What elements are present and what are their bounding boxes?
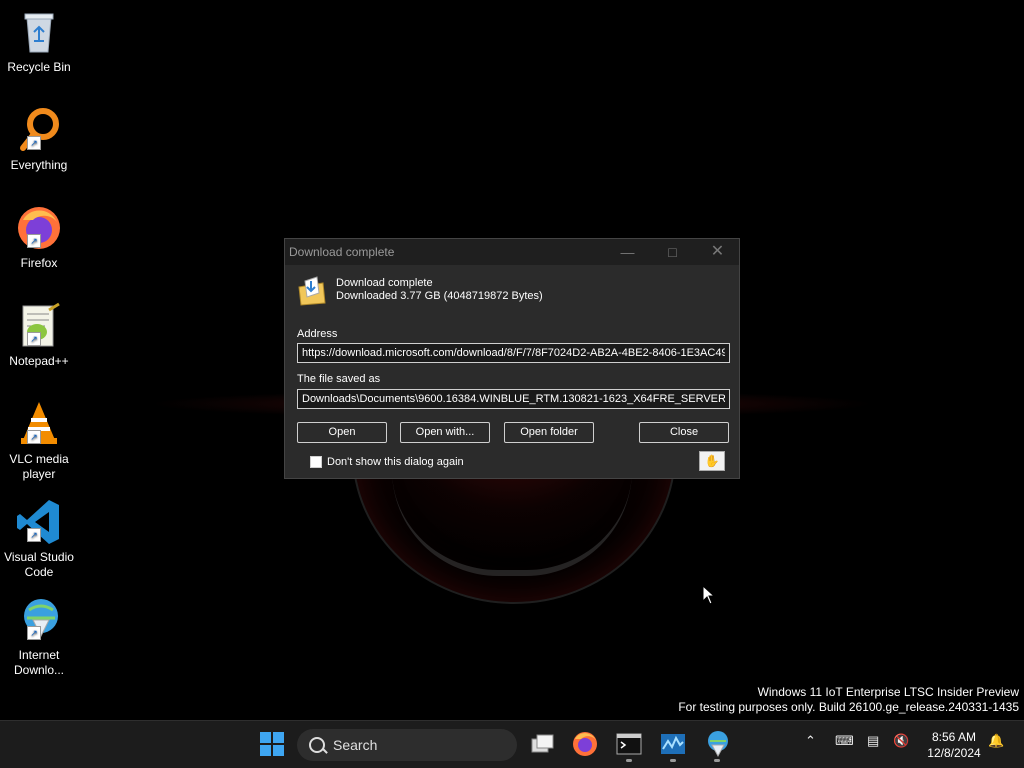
shortcut-arrow-icon: ↗ [27, 332, 41, 346]
taskbar: Search ⌃ ⌨ ▤ 🔇 8:56 AM 12/8/2024 🔔 [0, 720, 1024, 768]
desktop-icon-label: VLC media player [9, 452, 69, 481]
volume-muted-icon[interactable]: 🔇 [893, 733, 909, 749]
desktop-icon-label: Internet Downlo... [13, 648, 65, 677]
close-icon[interactable]: ✕ [695, 239, 740, 265]
terminal-icon[interactable] [614, 729, 644, 759]
address-label: Address [297, 328, 338, 340]
desktop-icon-label: Notepad++ [9, 354, 69, 368]
windows-start-icon[interactable] [257, 729, 287, 759]
desktop-icon-firefox[interactable]: ↗ Firefox [2, 204, 76, 271]
desktop-icon-label: Firefox [20, 256, 58, 270]
dialog-title: Download complete [289, 245, 395, 259]
maximize-icon[interactable]: □ [650, 239, 695, 265]
dont-show-checkbox[interactable] [310, 456, 322, 468]
build-watermark: Windows 11 IoT Enterprise LTSC Insider P… [678, 685, 1019, 715]
message-detail: Downloaded 3.77 GB (4048719872 Bytes) [336, 290, 543, 302]
desktop-icon-everything[interactable]: ↗ Everything [2, 106, 76, 173]
desktop-icon-idm[interactable]: ↗ Internet Downlo... [2, 596, 76, 678]
vlc-icon: ↗ [15, 400, 63, 448]
desktop-icon-recycle-bin[interactable]: Recycle Bin [2, 8, 76, 75]
close-button[interactable]: Close [639, 422, 729, 443]
search-icon [309, 737, 325, 753]
desktop-icon-label: Visual Studio Code [4, 550, 74, 579]
running-indicator [714, 759, 720, 762]
network-icon[interactable]: ▤ [867, 733, 879, 749]
idm-icon: ↗ [15, 596, 63, 644]
chevron-up-icon[interactable]: ⌃ [805, 733, 816, 749]
clock-date: 12/8/2024 [927, 746, 981, 760]
clock-time: 8:56 AM [931, 730, 977, 744]
dialog-titlebar[interactable]: Download complete — □ ✕ [285, 239, 739, 265]
address-field[interactable] [297, 343, 730, 363]
task-manager-icon[interactable] [658, 729, 688, 759]
shortcut-arrow-icon: ↗ [27, 528, 41, 542]
download-complete-dialog: Download complete — □ ✕ Download complet… [284, 238, 740, 479]
running-indicator [670, 759, 676, 762]
watermark-line-1: Windows 11 IoT Enterprise LTSC Insider P… [757, 685, 1019, 699]
desktop-icon-notepadpp[interactable]: ↗ Notepad++ [2, 302, 76, 369]
everything-search-icon: ↗ [15, 106, 63, 154]
dont-show-label[interactable]: Don't show this dialog again [327, 456, 464, 468]
desktop-icon-vscode[interactable]: ↗ Visual Studio Code [2, 498, 76, 580]
search-label: Search [333, 737, 378, 753]
desktop-icon-label: Recycle Bin [7, 60, 71, 74]
notification-bell-icon[interactable]: 🔔 [988, 733, 1004, 749]
shortcut-arrow-icon: ↗ [27, 626, 41, 640]
message-title: Download complete [336, 277, 433, 289]
desktop-icon-vlc[interactable]: ↗ VLC media player [2, 400, 76, 482]
mouse-cursor-icon [702, 584, 716, 610]
open-folder-button[interactable]: Open folder [504, 422, 594, 443]
hand-pointer-icon[interactable]: ✋ [699, 451, 725, 471]
open-button[interactable]: Open [297, 422, 387, 443]
desktop-icon-label: Everything [10, 158, 68, 172]
task-view-icon[interactable] [527, 729, 557, 759]
download-folder-icon [297, 275, 327, 307]
keyboard-icon[interactable]: ⌨ [835, 733, 854, 749]
watermark-line-2: For testing purposes only. Build 26100.g… [678, 700, 1019, 714]
firefox-taskbar-icon[interactable] [570, 729, 600, 759]
open-with-button[interactable]: Open with... [400, 422, 490, 443]
firefox-icon: ↗ [15, 204, 63, 252]
vscode-icon: ↗ [15, 498, 63, 546]
running-indicator [626, 759, 632, 762]
saved-as-label: The file saved as [297, 373, 381, 385]
saved-path-field[interactable] [297, 389, 730, 409]
minimize-icon[interactable]: — [605, 239, 650, 265]
idm-taskbar-icon[interactable] [702, 729, 732, 759]
taskbar-clock[interactable]: 8:56 AM 12/8/2024 [920, 729, 988, 761]
shortcut-arrow-icon: ↗ [27, 136, 41, 150]
shortcut-arrow-icon: ↗ [27, 430, 41, 444]
notepadpp-icon: ↗ [15, 302, 63, 350]
recycle-bin-icon [15, 8, 63, 56]
shortcut-arrow-icon: ↗ [27, 234, 41, 248]
taskbar-search-box[interactable]: Search [297, 729, 517, 761]
